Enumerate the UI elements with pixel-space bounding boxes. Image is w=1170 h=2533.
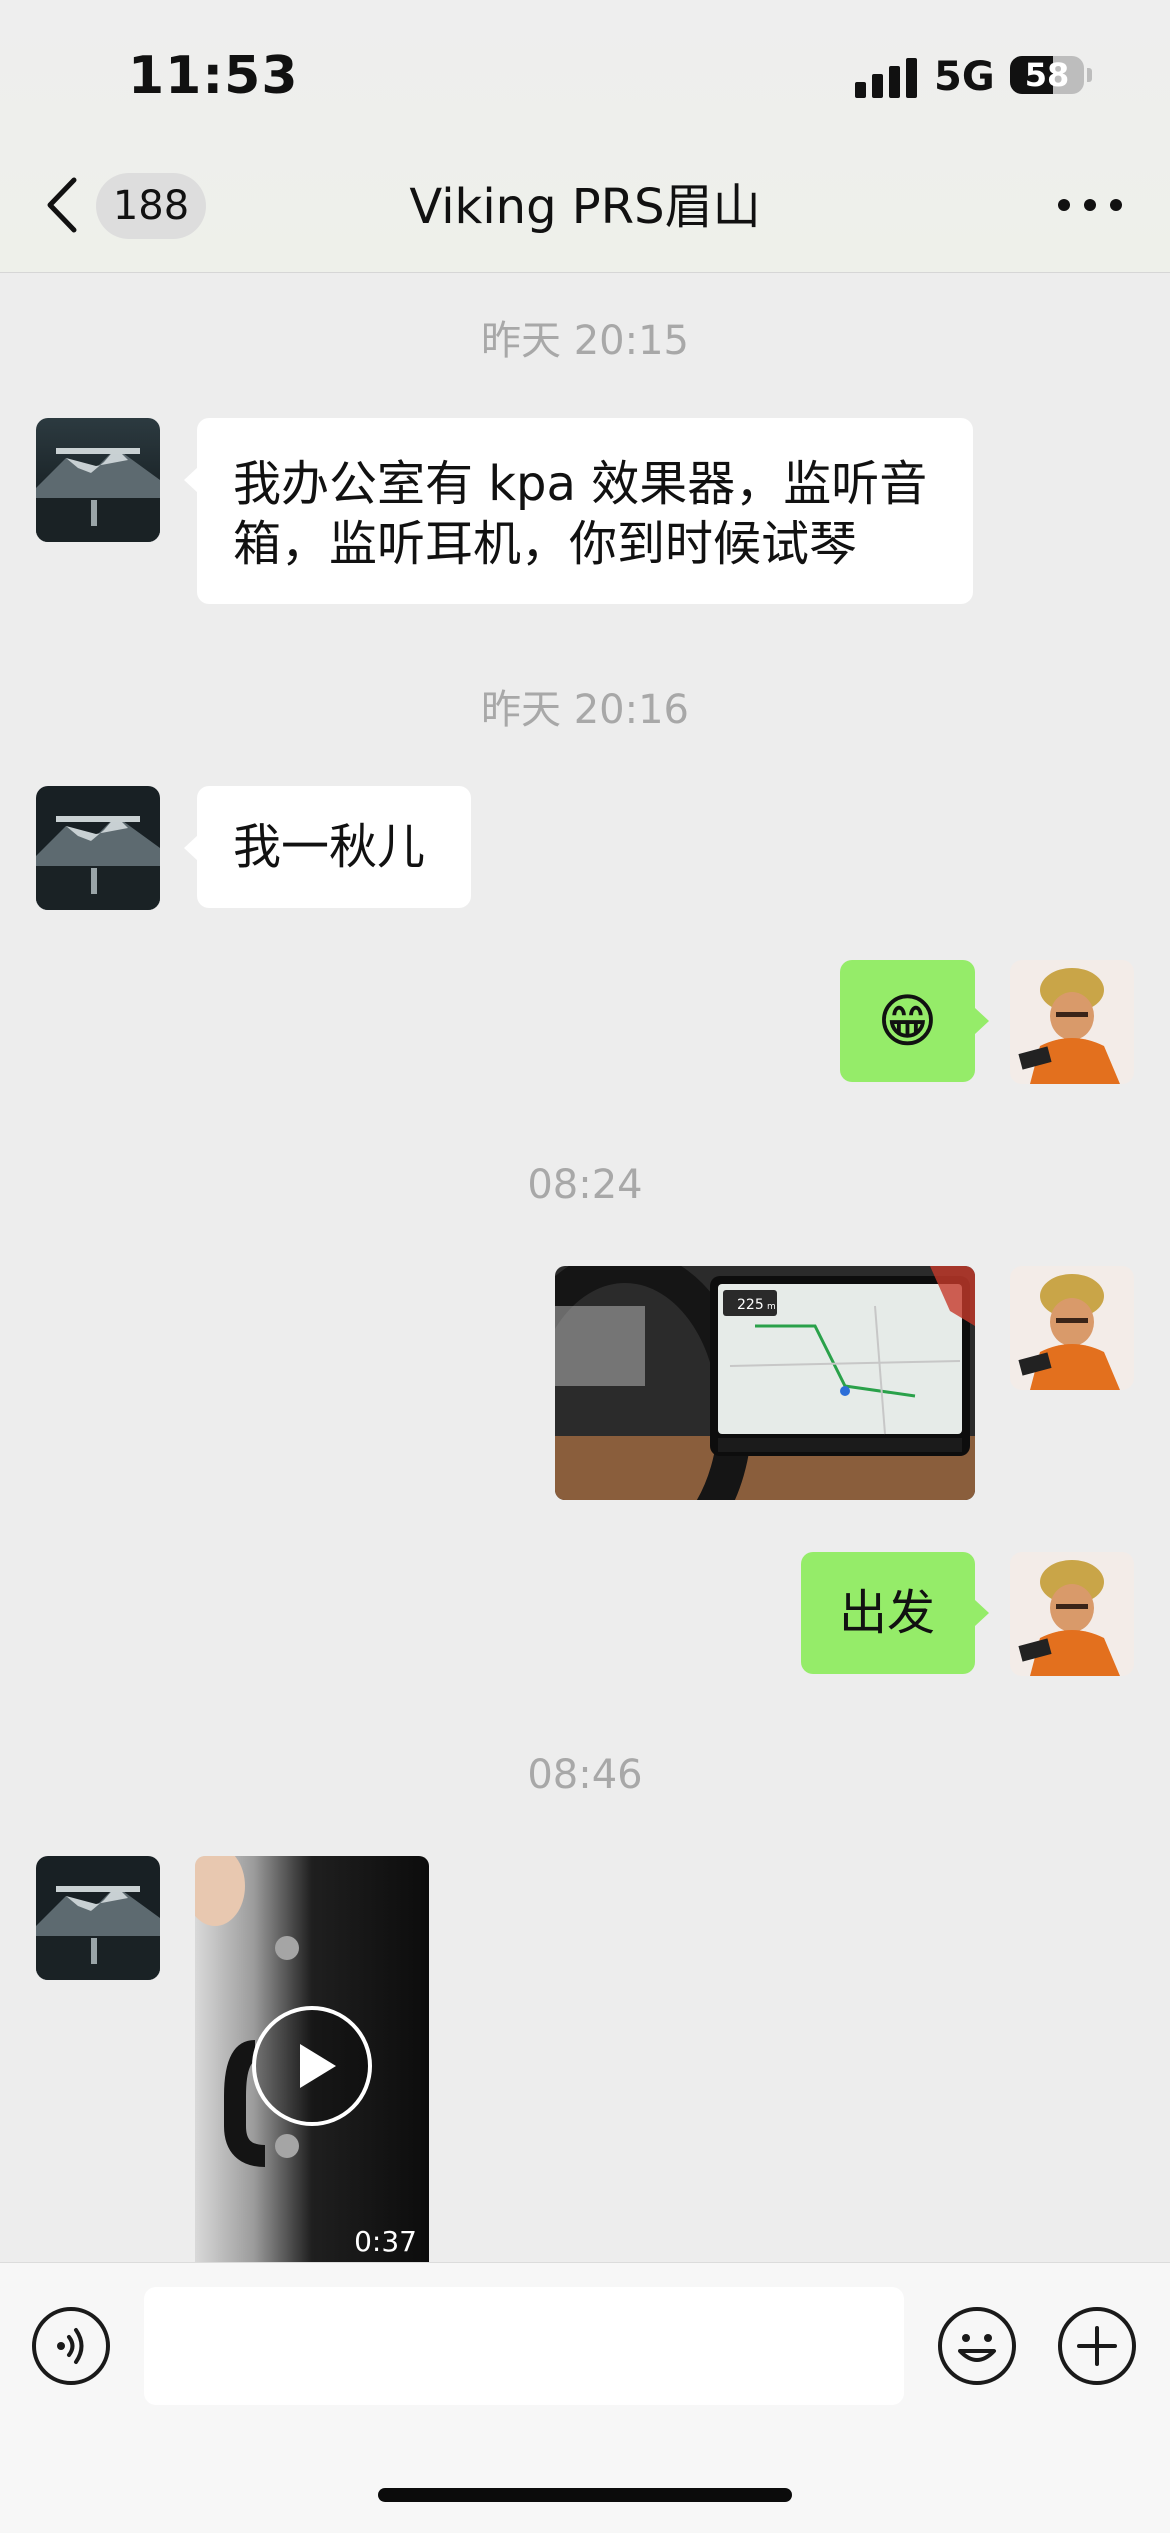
video-message[interactable]: 0:37 — [195, 1856, 429, 2262]
timestamp: 昨天 20:16 — [481, 687, 689, 733]
contact-avatar[interactable] — [36, 418, 160, 542]
album-cover-avatar-icon — [36, 1856, 160, 1980]
nav-unit-text: m — [767, 1302, 776, 1312]
battery-level: 58 — [1024, 56, 1070, 94]
message-text: 我一秋儿 — [233, 819, 426, 875]
chevron-left-icon — [47, 177, 77, 233]
unread-count-badge[interactable]: 188 — [96, 173, 206, 239]
network-type: 5G — [934, 54, 995, 100]
plus-icon — [1077, 2326, 1117, 2366]
message-text: 出发 — [839, 1585, 936, 1641]
album-cover-avatar-icon — [36, 786, 160, 910]
voice-wave-icon — [57, 2328, 84, 2364]
voice-input-button[interactable] — [32, 2307, 110, 2385]
message-bubble-outgoing[interactable]: 出发 — [801, 1552, 975, 1674]
album-cover-avatar-icon — [36, 418, 160, 542]
timestamp: 昨天 20:15 — [481, 318, 689, 364]
battery-icon: 58 — [1010, 56, 1084, 94]
back-button[interactable] — [40, 170, 90, 240]
home-indicator[interactable] — [378, 2488, 792, 2502]
play-button[interactable] — [252, 2006, 372, 2126]
smiley-icon — [958, 2334, 996, 2362]
portrait-avatar-icon — [1010, 1266, 1134, 1390]
bubble-tail — [184, 835, 198, 861]
bubble-tail — [975, 1600, 989, 1626]
grinning-emoji-icon: 😁 — [877, 987, 938, 1055]
video-duration: 0:37 — [354, 2225, 417, 2258]
timestamp: 08:24 — [527, 1162, 643, 1208]
my-avatar[interactable] — [1010, 960, 1134, 1084]
more-functions-button[interactable] — [1058, 2307, 1136, 2385]
contact-avatar[interactable] — [36, 1856, 160, 1980]
portrait-avatar-icon — [1010, 960, 1134, 1084]
play-icon — [300, 2044, 336, 2088]
contact-avatar[interactable] — [36, 786, 160, 910]
cellular-signal-icon — [855, 58, 917, 98]
message-bubble-incoming[interactable]: 我办公室有 kpa 效果器，监听音 箱，监听耳机，你到时候试琴 — [197, 418, 973, 604]
message-bubble-outgoing[interactable]: 😁 — [840, 960, 975, 1082]
my-avatar[interactable] — [1010, 1552, 1134, 1676]
bubble-tail — [975, 1008, 989, 1034]
car-dashboard-photo: 225 m — [555, 1266, 975, 1500]
message-input[interactable] — [144, 2287, 904, 2405]
message-text-line: 箱，监听耳机，你到时候试琴 — [233, 516, 858, 572]
top-bar: 11:53 5G 58 188 Viking PRS眉山 — [0, 0, 1170, 273]
status-time: 11:53 — [128, 46, 299, 106]
image-message[interactable]: 225 m — [555, 1266, 975, 1500]
message-bubble-incoming[interactable]: 我一秋儿 — [197, 786, 471, 908]
my-avatar[interactable] — [1010, 1266, 1134, 1390]
timestamp: 08:46 — [527, 1752, 643, 1798]
portrait-avatar-icon — [1010, 1552, 1134, 1676]
more-dots-icon — [1058, 199, 1122, 211]
more-options-button[interactable] — [1050, 175, 1130, 235]
nav-distance-text: 225 — [737, 1297, 764, 1313]
bubble-tail — [184, 467, 198, 493]
emoji-button[interactable] — [938, 2307, 1016, 2385]
chat-title: Viking PRS眉山 — [409, 179, 761, 235]
battery-tip — [1087, 68, 1092, 82]
message-text-line: 我办公室有 kpa 效果器，监听音 — [233, 456, 928, 512]
